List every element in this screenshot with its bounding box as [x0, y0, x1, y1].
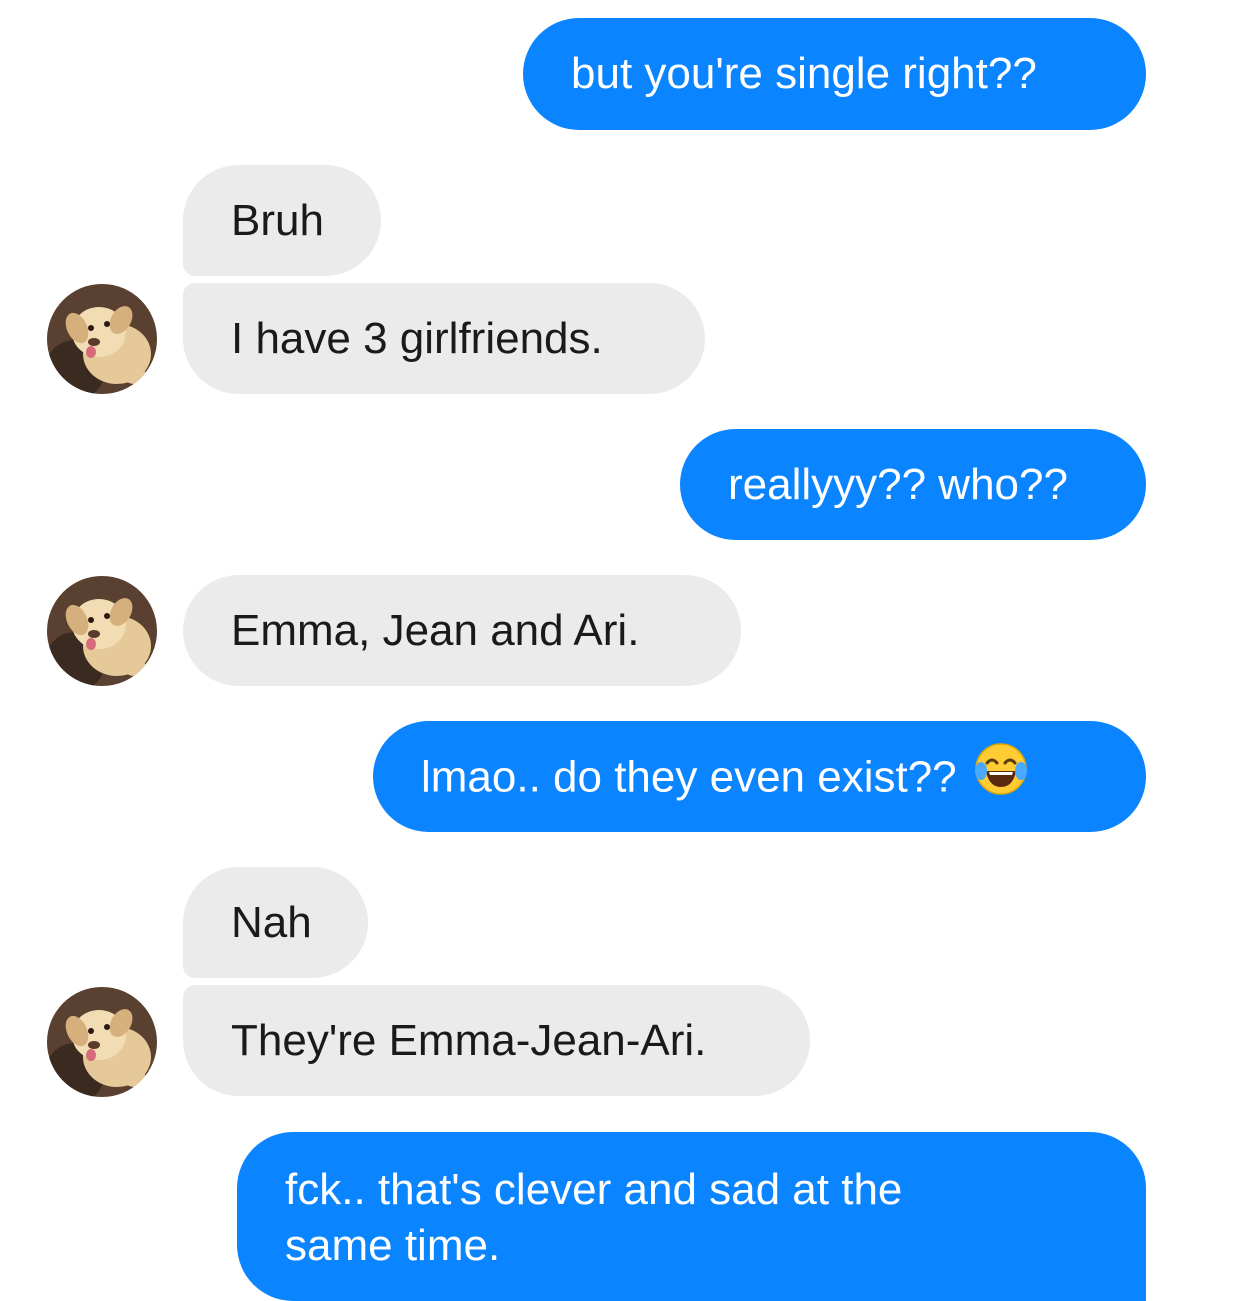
face-with-tears-of-joy-icon: [973, 741, 1029, 811]
message-text: but you're single right??: [571, 49, 1037, 98]
message-text: They're Emma-Jean-Ari.: [231, 1016, 707, 1065]
message-text: Bruh: [231, 196, 324, 245]
dog-avatar-icon: [47, 284, 157, 394]
message-text: fck.. that's clever and sad at the same …: [285, 1165, 903, 1270]
message-text: Emma, Jean and Ari.: [231, 606, 640, 655]
outgoing-message[interactable]: lmao.. do they even exist??: [373, 721, 1146, 832]
incoming-message[interactable]: I have 3 girlfriends.: [183, 283, 705, 394]
contact-avatar[interactable]: [47, 987, 157, 1097]
contact-avatar[interactable]: [47, 576, 157, 686]
message-text: Nah: [231, 898, 312, 947]
contact-avatar[interactable]: [47, 284, 157, 394]
message-text: I have 3 girlfriends.: [231, 314, 603, 363]
incoming-message[interactable]: Emma, Jean and Ari.: [183, 575, 741, 686]
dog-avatar-icon: [47, 987, 157, 1097]
outgoing-message[interactable]: reallyyy?? who??: [680, 429, 1146, 540]
message-text: reallyyy?? who??: [728, 460, 1068, 509]
message-text: lmao.. do they even exist??: [421, 752, 957, 802]
dog-avatar-icon: [47, 576, 157, 686]
incoming-message[interactable]: They're Emma-Jean-Ari.: [183, 985, 810, 1096]
incoming-message[interactable]: Nah: [183, 867, 368, 978]
incoming-message[interactable]: Bruh: [183, 165, 381, 276]
outgoing-message[interactable]: but you're single right??: [523, 18, 1146, 130]
outgoing-message[interactable]: fck.. that's clever and sad at the same …: [237, 1132, 1146, 1301]
